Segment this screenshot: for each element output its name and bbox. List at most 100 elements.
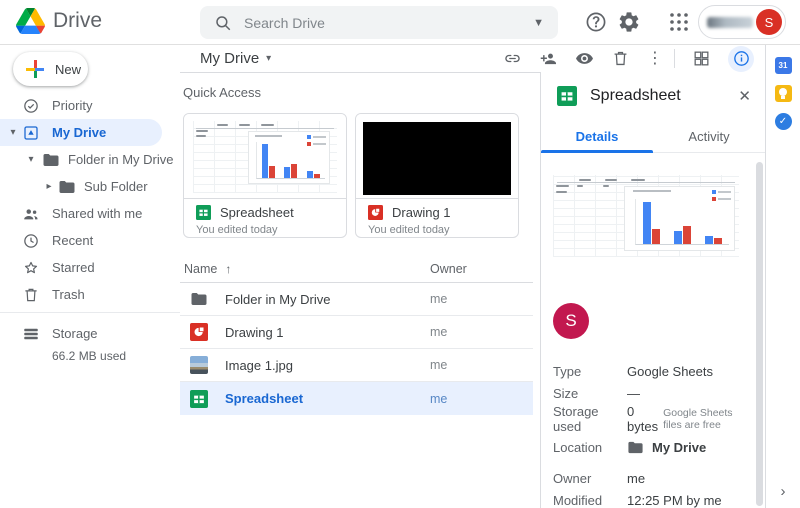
field-owner: Owner me: [553, 470, 646, 486]
card-title: Drawing 1: [392, 205, 451, 220]
image-thumbnail-icon: [190, 356, 208, 374]
drive-logo-icon: [16, 8, 45, 34]
sheets-icon: [196, 205, 211, 220]
name-column-header[interactable]: Name: [184, 262, 217, 276]
quick-access-card-drawing[interactable]: Drawing 1 You edited today: [355, 113, 519, 238]
trash-icon: [25, 288, 37, 301]
field-type: Type Google Sheets: [553, 363, 714, 379]
calendar-icon[interactable]: 31: [774, 57, 792, 74]
card-status: You edited today: [368, 224, 450, 236]
main-toolbar: My Drive ▾ ⋮: [180, 45, 765, 72]
google-apps-grid-icon[interactable]: [667, 10, 691, 34]
sheets-icon: [557, 86, 577, 106]
tasks-icon[interactable]: ✓: [774, 113, 792, 130]
folder-icon: [59, 180, 75, 193]
grid-view-icon[interactable]: [692, 49, 711, 68]
sidebar-item-recent[interactable]: Recent: [0, 227, 180, 254]
drive-logo[interactable]: Drive: [16, 8, 102, 34]
drawing-thumbnail: [356, 114, 518, 199]
collapsed-caret-icon[interactable]: ▸: [44, 181, 54, 192]
drawing-icon: [368, 205, 383, 220]
search-icon: [216, 15, 231, 30]
search-options-caret[interactable]: ▼: [533, 17, 544, 29]
preview-eye-icon[interactable]: [575, 49, 594, 68]
chart-thumbnail: [247, 131, 330, 185]
google-apps-rail: 31 ✓ ›: [765, 45, 800, 508]
sidebar-item-trash[interactable]: Trash: [0, 281, 180, 308]
file-list: Name ↑ Owner Folder in My Drive me Drawi…: [180, 255, 533, 415]
breadcrumb-caret-icon: ▾: [266, 53, 272, 64]
folder-icon: [191, 293, 207, 305]
tab-details[interactable]: Details: [541, 120, 653, 153]
clock-icon: [24, 233, 38, 248]
list-header: Name ↑ Owner: [180, 255, 533, 283]
settings-gear-icon[interactable]: [617, 10, 641, 34]
sidebar-item-starred[interactable]: Starred: [0, 254, 180, 281]
breadcrumb[interactable]: My Drive ▾: [200, 50, 271, 67]
sidebar-item-my-drive[interactable]: ▾ My Drive: [0, 119, 162, 146]
rail-expand-chevron-icon[interactable]: ›: [766, 483, 800, 500]
account-menu[interactable]: S: [698, 5, 786, 39]
owner-column-header: Owner: [430, 261, 467, 276]
panel-tabs: Details Activity: [541, 120, 765, 153]
sidebar-divider: [0, 312, 180, 313]
drawing-icon: [190, 323, 208, 341]
storage-icon: [24, 328, 38, 339]
help-icon[interactable]: [584, 10, 608, 34]
field-storage-used: Storage used 0 bytes Google Sheets files…: [553, 404, 753, 434]
sort-ascending-icon[interactable]: ↑: [225, 262, 231, 276]
priority-icon: [24, 98, 38, 113]
details-panel: Spreadsheet ✕ Details Activity S Type Go…: [540, 72, 765, 508]
quick-access-title: Quick Access: [183, 85, 262, 100]
sidebar-item-storage[interactable]: Storage: [0, 320, 180, 347]
card-title: Spreadsheet: [220, 205, 294, 220]
folder-icon: [628, 441, 643, 453]
chart-thumbnail: [623, 185, 736, 252]
sidebar-item-shared-with-me[interactable]: Shared with me: [0, 200, 180, 227]
expand-caret-icon[interactable]: ▾: [26, 154, 36, 165]
toolbar-separator: [674, 49, 675, 68]
file-row-image[interactable]: Image 1.jpg me: [180, 349, 533, 382]
search-input[interactable]: [244, 14, 522, 31]
delete-trash-icon[interactable]: [611, 49, 630, 68]
panel-title: Spreadsheet: [590, 87, 681, 104]
sidebar-item-folder-in-my-drive[interactable]: ▾ Folder in My Drive: [0, 146, 180, 173]
top-app-bar: Drive ▼ S: [0, 0, 800, 45]
shared-people-icon: [24, 208, 38, 219]
panel-scrollbar[interactable]: [756, 162, 763, 506]
card-status: You edited today: [196, 224, 278, 236]
sidebar-item-sub-folder[interactable]: ▸ Sub Folder: [0, 173, 180, 200]
spreadsheet-thumbnail: [184, 114, 346, 199]
search-bar[interactable]: ▼: [200, 6, 558, 39]
share-add-person-icon[interactable]: [539, 49, 558, 68]
file-row-spreadsheet[interactable]: Spreadsheet me: [180, 382, 533, 415]
file-row-drawing[interactable]: Drawing 1 me: [180, 316, 533, 349]
details-info-icon[interactable]: [728, 45, 754, 72]
file-details-fields: Type Google Sheets Size — Storage used 0…: [553, 360, 753, 508]
field-location: Location My Drive: [553, 439, 707, 456]
sidebar-item-priority[interactable]: Priority: [0, 92, 180, 119]
owner-avatar: S: [553, 303, 589, 339]
more-actions-icon[interactable]: ⋮: [647, 49, 663, 68]
folder-icon: [43, 153, 59, 166]
expand-caret-icon[interactable]: ▾: [8, 127, 18, 138]
tab-activity[interactable]: Activity: [653, 120, 765, 152]
new-button[interactable]: New: [13, 52, 88, 86]
close-icon[interactable]: ✕: [738, 87, 751, 105]
app-title: Drive: [53, 9, 103, 32]
storage-usage-text: 66.2 MB used: [52, 349, 127, 363]
account-avatar[interactable]: S: [756, 9, 782, 35]
new-plus-icon: [26, 60, 44, 78]
file-row-folder[interactable]: Folder in My Drive me: [180, 283, 533, 316]
keep-icon[interactable]: [774, 85, 792, 102]
left-sidebar: New Priority ▾ My Drive ▾ Folder in My D…: [0, 45, 180, 508]
get-link-icon[interactable]: [503, 49, 522, 68]
file-preview-thumbnail: [553, 175, 739, 257]
account-name-redacted: [707, 16, 753, 28]
star-icon: [24, 261, 38, 273]
sheets-icon: [190, 389, 208, 408]
quick-access-card-spreadsheet[interactable]: Spreadsheet You edited today: [183, 113, 347, 238]
field-modified: Modified 12:25 PM by me: [553, 492, 722, 508]
location-chip[interactable]: My Drive: [627, 439, 706, 456]
my-drive-icon: [24, 125, 38, 140]
